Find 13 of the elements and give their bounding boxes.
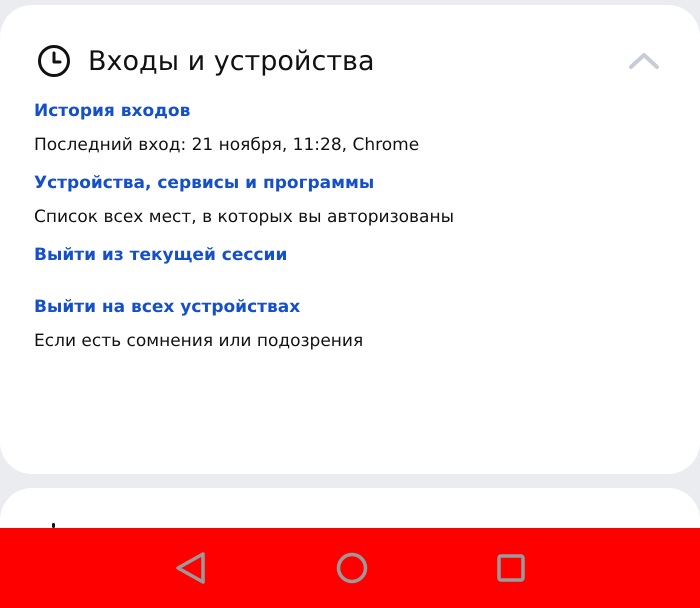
- section-title: Входы и устройства: [88, 46, 376, 76]
- section-link[interactable]: Устройства, сервисы и программы: [34, 173, 374, 193]
- section-link[interactable]: Выйти на всех устройствах: [34, 297, 300, 317]
- link-description: Если есть сомнения или подозрения: [34, 331, 364, 351]
- clock-icon: [36, 43, 72, 79]
- back-icon[interactable]: [174, 551, 207, 585]
- home-icon[interactable]: [336, 552, 368, 584]
- section-link[interactable]: Выйти из текущей сессии: [34, 245, 288, 265]
- recents-icon[interactable]: [497, 554, 526, 582]
- section-link[interactable]: История входов: [34, 101, 190, 121]
- link-description: Последний вход: 21 ноября, 11:28, Chrome: [34, 135, 420, 155]
- collapse-chevron-icon[interactable]: [628, 52, 660, 70]
- link-description: Список всех мест, в которых вы авторизованы: [34, 207, 455, 227]
